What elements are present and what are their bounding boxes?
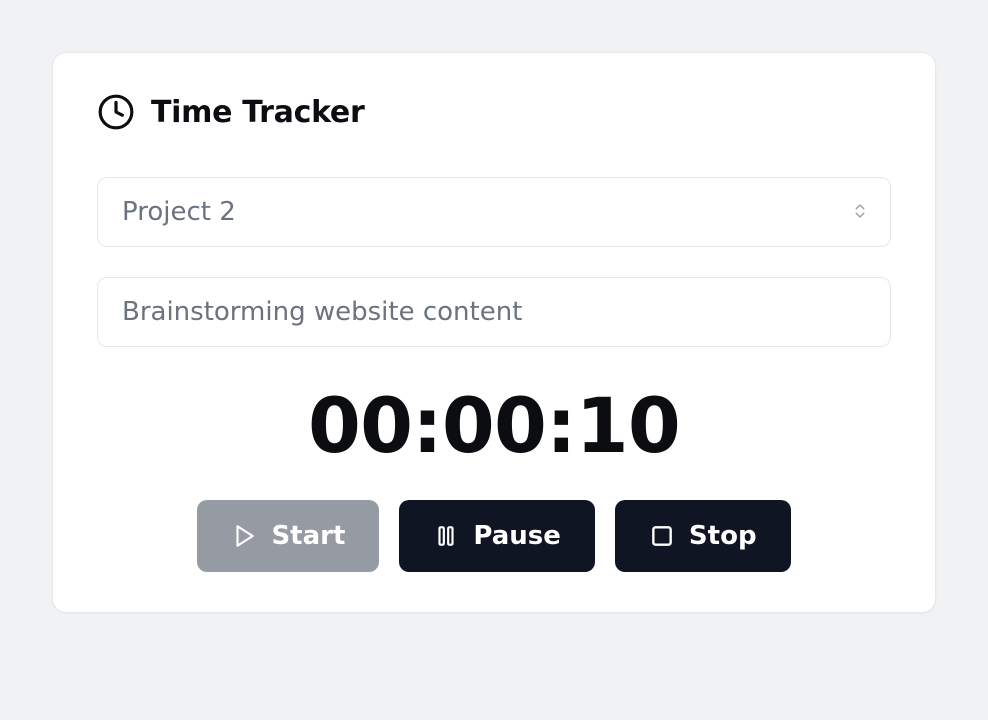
pause-icon	[433, 523, 459, 549]
stop-button[interactable]: Stop	[615, 500, 791, 572]
button-row: Start Pause Stop	[97, 500, 891, 572]
play-icon	[231, 523, 257, 549]
start-button-label: Start	[271, 521, 345, 551]
stop-button-label: Stop	[689, 521, 757, 551]
task-input[interactable]	[97, 277, 891, 347]
time-tracker-card: Time Tracker Project 2 00:00:10 Start	[52, 52, 936, 613]
project-select[interactable]: Project 2	[97, 177, 891, 247]
timer-display: 00:00:10	[97, 381, 891, 470]
pause-button-label: Pause	[473, 521, 561, 551]
pause-button[interactable]: Pause	[399, 500, 595, 572]
card-header: Time Tracker	[97, 93, 891, 131]
page-title: Time Tracker	[151, 95, 364, 130]
start-button[interactable]: Start	[197, 500, 379, 572]
clock-icon	[97, 93, 135, 131]
project-select-wrap: Project 2	[97, 177, 891, 247]
stop-icon	[649, 523, 675, 549]
